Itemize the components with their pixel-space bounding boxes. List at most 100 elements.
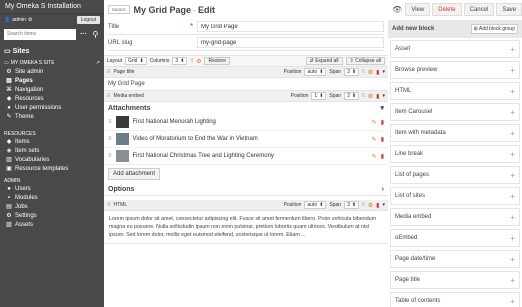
gears-icon: ⚙	[6, 213, 12, 219]
sidebar-item-settings[interactable]: ⚙ Settings	[0, 212, 104, 221]
right-panel: 👁 View Delete Cancel Save Add new block …	[388, 0, 522, 307]
sidebar-item-users[interactable]: ● Users	[0, 185, 104, 194]
wrench-icon[interactable]: ✎	[372, 119, 377, 126]
position-select[interactable]: 1 ⬍	[311, 92, 327, 100]
sidebar-item-site-admin[interactable]: ⚙ Site admin	[0, 68, 104, 77]
title-input[interactable]	[197, 21, 384, 32]
slug-input[interactable]	[197, 37, 384, 48]
block-name: HTML	[113, 202, 128, 208]
add-block-html[interactable]: HTML +	[390, 82, 520, 100]
block-body: My Grid Page	[108, 81, 145, 87]
add-block-table-of-contents[interactable]: Table of contents +	[390, 292, 520, 307]
expand-all-button[interactable]: ⇵ Expand all	[305, 57, 343, 65]
logout-button[interactable]: Logout	[76, 16, 100, 24]
span-select[interactable]: 2 ⬍	[344, 92, 360, 100]
site-row[interactable]: ▭ MY OMEKA S SITE ↗	[0, 57, 104, 68]
add-block-media-embed[interactable]: Media embed +	[390, 208, 520, 226]
gear-icon[interactable]: ⚙	[368, 69, 373, 76]
span-select[interactable]: 3 ⬍	[344, 68, 360, 76]
sidebar-item-resource-templates[interactable]: ▣ Resource templates	[0, 165, 104, 174]
sidebar-item-vocabularies[interactable]: ▥ Vocabularies	[0, 156, 104, 165]
chevron-down-icon: ⬍	[180, 57, 185, 64]
add-block-group-button[interactable]: ⊞ Add block group	[470, 24, 518, 34]
eye-icon[interactable]: 👁	[391, 5, 403, 14]
grid-icon[interactable]: ⦙⦙	[190, 58, 193, 65]
delete-icon[interactable]: ▮	[376, 93, 379, 100]
gears-icon: ⚙	[6, 69, 12, 75]
add-block-line-break[interactable]: Line break +	[390, 145, 520, 163]
grid-icon[interactable]: ⦙⦙	[362, 202, 365, 209]
gear-icon[interactable]: ⚙	[368, 93, 373, 100]
delete-icon[interactable]: ▮	[381, 153, 384, 160]
user-menu[interactable]: 👤 admin ⚙	[4, 17, 32, 23]
search-input[interactable]	[4, 28, 76, 40]
add-block-item-carousel[interactable]: Item Carousel +	[390, 103, 520, 121]
sites-heading[interactable]: ▭ Sites	[0, 46, 104, 57]
attachment-thumbnail	[115, 116, 129, 128]
add-block-list-of-pages[interactable]: List of pages +	[390, 166, 520, 184]
html-content[interactable]: Lorem ipsum dolor sit amet, consectetur …	[104, 211, 388, 243]
position-select[interactable]: auto ⬍	[304, 201, 327, 209]
wrench-icon[interactable]: ✎	[372, 153, 377, 160]
drag-handle-icon[interactable]: ≡	[107, 93, 111, 99]
grid-icon[interactable]: ⦙⦙	[362, 69, 365, 76]
plus-icon: +	[510, 65, 515, 75]
more-options-icon[interactable]: ···	[78, 31, 89, 38]
cancel-button[interactable]: Cancel	[463, 3, 495, 16]
add-block-list-of-sites[interactable]: List of sites +	[390, 187, 520, 205]
sidebar-item-theme[interactable]: ✎ Theme	[0, 113, 104, 122]
sitemap-icon: ⌘	[6, 87, 12, 93]
view-button[interactable]: View	[405, 3, 431, 16]
delete-icon[interactable]: ▮	[376, 69, 379, 76]
sidebar-item-resources[interactable]: ◆ Resources	[0, 95, 104, 104]
options-heading[interactable]: Options ›	[104, 183, 388, 195]
add-block-asset[interactable]: Asset +	[390, 40, 520, 58]
add-block-oembed[interactable]: oEmbed +	[390, 229, 520, 247]
attachments-heading[interactable]: Attachments ▾	[104, 102, 388, 114]
span-select[interactable]: 3 ⬍	[344, 201, 360, 209]
add-attachment-button[interactable]: Add attachment	[108, 168, 161, 180]
chevron-down-icon[interactable]: ▾	[382, 93, 385, 99]
main-content: PAGES My Grid Page·Edit Title * URL slug…	[104, 0, 388, 307]
gear-icon[interactable]: ⚙	[196, 58, 201, 65]
delete-button[interactable]: Delete	[432, 3, 462, 16]
external-link-icon[interactable]: ↗	[96, 60, 100, 66]
delete-icon[interactable]: ▮	[381, 136, 384, 143]
wrench-icon[interactable]: ✎	[372, 136, 377, 143]
collapse-all-button[interactable]: ⇳ Collapse all	[345, 57, 385, 65]
position-select[interactable]: auto ⬍	[304, 68, 327, 76]
add-block-item-with-metadata[interactable]: Item with metadata +	[390, 124, 520, 142]
add-block-page-title[interactable]: Page title +	[390, 271, 520, 289]
save-button[interactable]: Save	[496, 3, 522, 16]
sidebar-item-assets[interactable]: ▨ Assets	[0, 221, 104, 230]
restore-button[interactable]: Restore	[204, 57, 230, 65]
chevron-down-icon[interactable]: ▾	[382, 202, 385, 208]
drag-handle-icon[interactable]: ≡	[108, 119, 112, 125]
sidebar-item-jobs[interactable]: ▤ Jobs	[0, 203, 104, 212]
chevron-down-icon[interactable]: ▾	[382, 69, 385, 75]
app: My Omeka S Installation 👤admin⚙ Logout ·…	[0, 0, 522, 307]
grid-icon[interactable]: ⦙⦙	[362, 93, 365, 100]
drag-handle-icon[interactable]: ≡	[107, 202, 111, 208]
delete-icon[interactable]: ▮	[376, 202, 379, 209]
drag-handle-icon[interactable]: ≡	[108, 153, 112, 159]
attachment-thumbnail	[115, 150, 129, 162]
attachment-row: ≡ First National Christmas Tree and Ligh…	[104, 148, 388, 165]
sidebar-item-user-permissions[interactable]: ● User permissions	[0, 104, 104, 113]
layout-select[interactable]: Grid ⬍	[125, 57, 147, 65]
sidebar-item-items[interactable]: ◆ Items	[0, 138, 104, 147]
drag-handle-icon[interactable]: ≡	[107, 69, 111, 75]
sidebar-item-navigation[interactable]: ⌘ Navigation	[0, 86, 104, 95]
sidebar-item-item-sets[interactable]: ◈ Item sets	[0, 147, 104, 156]
drag-handle-icon[interactable]: ≡	[108, 136, 112, 142]
gear-icon[interactable]: ⚙	[368, 202, 373, 209]
add-block-header: Add new block ⊞ Add block group	[388, 20, 522, 38]
installation-title[interactable]: My Omeka S Installation	[0, 0, 104, 14]
sidebar-item-modules[interactable]: ▪ Modules	[0, 194, 104, 203]
search-icon[interactable]: ⚲	[91, 30, 100, 39]
sidebar-item-pages[interactable]: ▤ Pages	[0, 77, 104, 86]
delete-icon[interactable]: ▮	[381, 119, 384, 126]
columns-select[interactable]: 3 ⬍	[172, 57, 188, 65]
add-block-page-date-time[interactable]: Page date/time +	[390, 250, 520, 268]
add-block-browse-preview[interactable]: Browse preview +	[390, 61, 520, 79]
